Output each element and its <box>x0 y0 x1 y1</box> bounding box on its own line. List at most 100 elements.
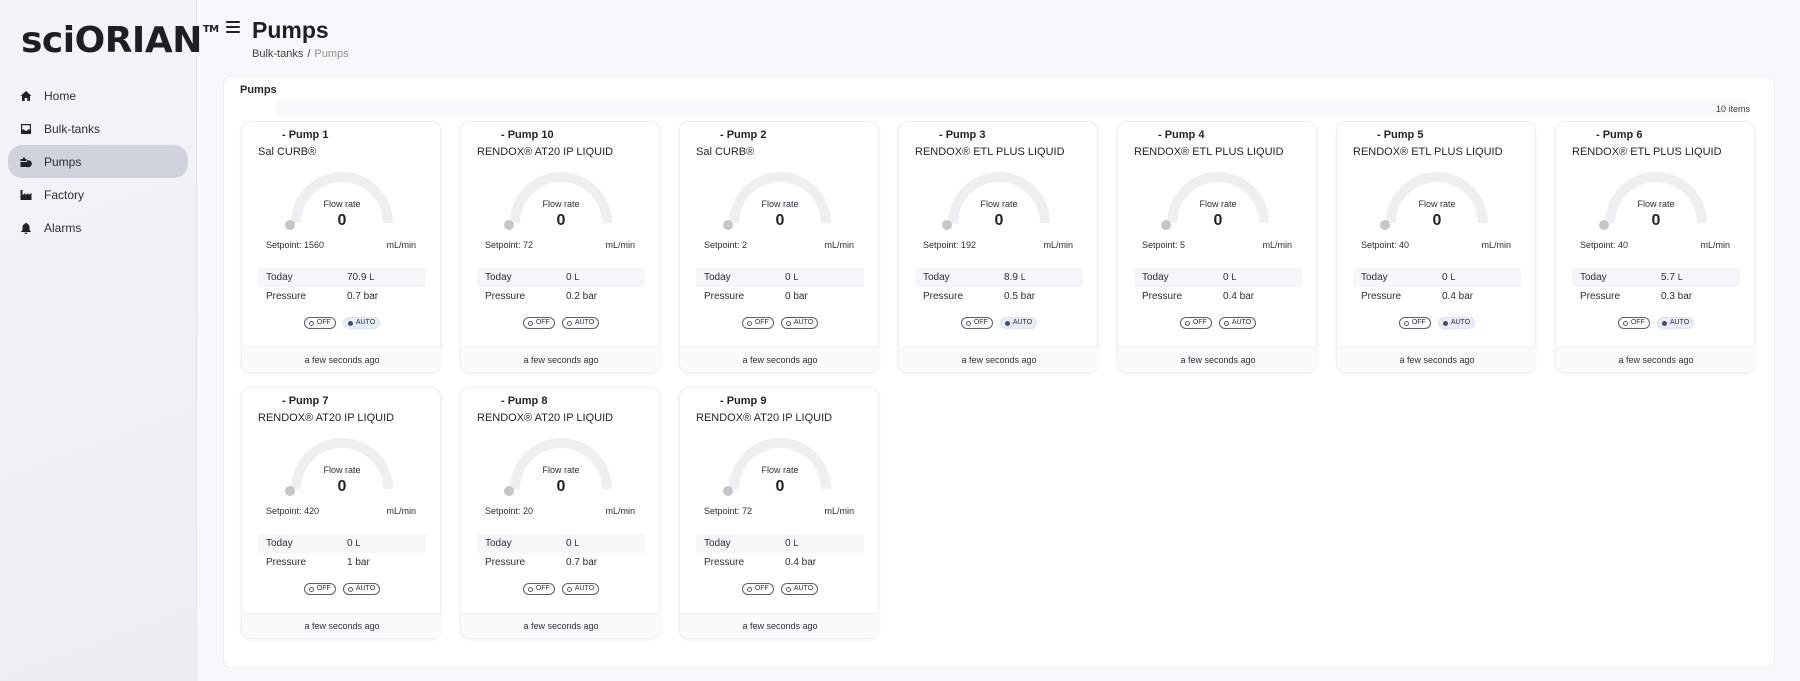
pump-card[interactable]: - Pump 2 Sal CURB® Flow rate 0 Setpoint:… <box>679 121 880 373</box>
auto-toggle[interactable]: AUTO <box>780 583 819 595</box>
pump-product: RENDOX® AT20 IP LIQUID <box>696 412 833 424</box>
pump-card[interactable]: - Pump 9 RENDOX® AT20 IP LIQUID Flow rat… <box>679 387 880 639</box>
pressure-value: 0.4 bar <box>1442 291 1474 302</box>
off-toggle[interactable]: OFF <box>303 583 336 595</box>
sidebar-item-pumps[interactable]: Pumps <box>8 145 188 178</box>
pump-title: - Pump 4 <box>1158 129 1205 141</box>
sidebar-item-home[interactable]: Home <box>8 79 188 112</box>
radio-dot-icon <box>1004 320 1010 326</box>
off-toggle[interactable]: OFF <box>960 317 993 329</box>
radio-dot-icon <box>746 586 752 592</box>
hamburger-menu-icon[interactable] <box>226 21 240 35</box>
breadcrumb-link-bulk-tanks[interactable]: Bulk-tanks <box>252 48 303 60</box>
pump-card[interactable]: - Pump 7 RENDOX® AT20 IP LIQUID Flow rat… <box>241 387 442 639</box>
mode-toggles: OFF AUTO <box>680 583 880 595</box>
pump-card[interactable]: - Pump 5 RENDOX® ETL PLUS LIQUID Flow ra… <box>1336 121 1537 373</box>
radio-dot-icon <box>1661 320 1667 326</box>
today-row: Today 70.9 L <box>258 268 426 287</box>
breadcrumb-current: Pumps <box>314 48 349 60</box>
mode-toggles: OFF AUTO <box>461 317 661 329</box>
off-toggle[interactable]: OFF <box>1398 317 1431 329</box>
pump-product: RENDOX® AT20 IP LIQUID <box>258 412 395 424</box>
auto-toggle[interactable]: AUTO <box>1437 317 1476 329</box>
mode-toggles: OFF AUTO <box>1337 317 1537 329</box>
off-toggle[interactable]: OFF <box>303 317 336 329</box>
off-toggle[interactable]: OFF <box>741 317 774 329</box>
pressure-row: Pressure 0 bar <box>696 287 864 306</box>
pump-card[interactable]: - Pump 8 RENDOX® AT20 IP LIQUID Flow rat… <box>460 387 661 639</box>
auto-toggle[interactable]: AUTO <box>561 583 600 595</box>
sidebar-item-alarms[interactable]: Alarms <box>8 211 188 244</box>
mode-toggles: OFF AUTO <box>680 317 880 329</box>
today-value: 0 L <box>1223 272 1237 283</box>
off-toggle[interactable]: OFF <box>741 583 774 595</box>
pressure-row: Pressure 0.7 bar <box>258 287 426 306</box>
pump-card[interactable]: - Pump 3 RENDOX® ETL PLUS LIQUID Flow ra… <box>898 121 1099 373</box>
pump-card[interactable]: - Pump 4 RENDOX® ETL PLUS LIQUID Flow ra… <box>1117 121 1318 373</box>
auto-toggle[interactable]: AUTO <box>561 317 600 329</box>
off-toggle[interactable]: OFF <box>1179 317 1212 329</box>
last-updated: a few seconds ago <box>242 347 442 372</box>
today-label: Today <box>266 272 293 283</box>
today-label: Today <box>485 272 512 283</box>
pressure-label: Pressure <box>485 291 526 302</box>
auto-toggle[interactable]: AUTO <box>342 583 381 595</box>
pump-title: - Pump 6 <box>1596 129 1643 141</box>
sidebar-item-bulk-tanks[interactable]: Bulk-tanks <box>8 112 188 145</box>
last-updated: a few seconds ago <box>461 347 661 372</box>
gauge-label: Flow rate <box>323 199 361 209</box>
pressure-row: Pressure 0.4 bar <box>696 553 864 572</box>
off-toggle[interactable]: OFF <box>522 317 555 329</box>
flow-unit: mL/min <box>1700 240 1730 250</box>
radio-dot-icon <box>965 320 971 326</box>
today-label: Today <box>266 538 293 549</box>
today-value: 0 L <box>785 272 799 283</box>
last-updated: a few seconds ago <box>461 613 661 638</box>
auto-toggle[interactable]: AUTO <box>999 317 1038 329</box>
today-row: Today 0 L <box>696 534 864 553</box>
auto-toggle[interactable]: AUTO <box>1218 317 1257 329</box>
breadcrumb: Bulk-tanks / Pumps <box>252 48 349 60</box>
pump-card[interactable]: - Pump 10 RENDOX® AT20 IP LIQUID Flow ra… <box>460 121 661 373</box>
pump-card[interactable]: - Pump 1 Sal CURB® Flow rate 0 Setpoint:… <box>241 121 442 373</box>
auto-toggle[interactable]: AUTO <box>780 317 819 329</box>
setpoint-value: Setpoint: 5 <box>1142 240 1186 250</box>
sidebar-item-factory[interactable]: Factory <box>8 178 188 211</box>
mode-toggles: OFF AUTO <box>1118 317 1318 329</box>
sidebar-item-label: Factory <box>44 187 85 202</box>
radio-dot-icon <box>527 586 533 592</box>
setpoint-value: Setpoint: 40 <box>1361 240 1410 250</box>
radio-dot-icon <box>1622 320 1628 326</box>
gauge-label: Flow rate <box>1199 199 1237 209</box>
pump-product: RENDOX® AT20 IP LIQUID <box>477 412 614 424</box>
app-logo[interactable]: sciORIANTM <box>21 20 219 61</box>
sidebar-item-label: Home <box>44 88 77 103</box>
pressure-label: Pressure <box>1361 291 1402 302</box>
radio-dot-icon <box>527 320 533 326</box>
flow-rate-value: 0 <box>994 212 1004 229</box>
radio-dot-icon <box>1184 320 1190 326</box>
today-value: 8.9 L <box>1004 272 1026 283</box>
flow-rate-value: 0 <box>337 478 347 495</box>
pump-card[interactable]: - Pump 6 RENDOX® ETL PLUS LIQUID Flow ra… <box>1555 121 1756 373</box>
auto-toggle[interactable]: AUTO <box>342 317 381 329</box>
today-value: 70.9 L <box>347 272 375 283</box>
mode-toggles: OFF AUTO <box>242 317 442 329</box>
setpoint-value: Setpoint: 420 <box>266 506 320 516</box>
last-updated: a few seconds ago <box>1337 347 1537 372</box>
off-toggle[interactable]: OFF <box>1617 317 1650 329</box>
setpoint-value: Setpoint: 40 <box>1580 240 1629 250</box>
auto-toggle[interactable]: AUTO <box>1656 317 1695 329</box>
flow-unit: mL/min <box>824 240 854 250</box>
radio-dot-icon <box>1442 320 1448 326</box>
breadcrumb-separator: / <box>307 48 311 60</box>
off-toggle[interactable]: OFF <box>522 583 555 595</box>
flow-unit: mL/min <box>386 240 416 250</box>
today-value: 0 L <box>785 538 799 549</box>
last-updated: a few seconds ago <box>680 347 880 372</box>
pump-product: RENDOX® ETL PLUS LIQUID <box>915 146 1065 158</box>
bell-icon <box>20 222 32 234</box>
setpoint-value: Setpoint: 2 <box>704 240 748 250</box>
radio-dot-icon <box>347 320 353 326</box>
gauge-label: Flow rate <box>1637 199 1675 209</box>
